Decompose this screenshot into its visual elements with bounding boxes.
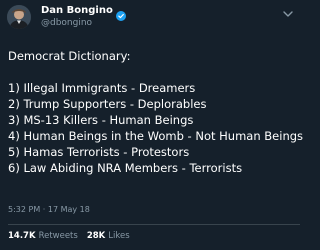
list-item: 3) MS-13 Killers - Human Beings	[8, 113, 194, 127]
tweet-card: Dan Bongino @dbongino Democrat Dictionar…	[0, 0, 304, 250]
retweets-label[interactable]: Retweets	[39, 231, 78, 241]
tweet-stats: 14.7K Retweets 28K Likes	[8, 231, 130, 241]
tweet-timestamp[interactable]: 5:32 PM · 17 May 18	[8, 205, 90, 214]
divider	[8, 224, 300, 225]
likes-count[interactable]: 28K	[87, 231, 105, 241]
likes-label[interactable]: Likes	[108, 231, 129, 241]
list-item: 5) Hamas Terrorists - Protestors	[8, 145, 190, 159]
avatar[interactable]	[7, 5, 31, 29]
author-handle[interactable]: @dbongino	[41, 18, 92, 29]
author-display-name[interactable]: Dan Bongino	[41, 5, 113, 17]
list-item: 2) Trump Supporters - Deplorables	[8, 97, 207, 111]
chevron-down-icon[interactable]	[281, 4, 295, 17]
list-item: 1) Illegal Immigrants - Dreamers	[8, 81, 196, 95]
author-name-row: Dan Bongino	[41, 5, 126, 21]
retweets-count[interactable]: 14.7K	[8, 231, 36, 241]
list-item: 6) Law Abiding NRA Members - Terrorists	[8, 161, 243, 175]
list-item: 4) Human Beings in the Womb - Not Human …	[8, 129, 304, 143]
avatar-image	[7, 5, 31, 29]
verified-badge-icon	[115, 6, 126, 21]
tweet-text: Democrat Dictionary: 1) Illegal Immigran…	[8, 48, 304, 176]
tweet-headline: Democrat Dictionary:	[8, 49, 131, 63]
